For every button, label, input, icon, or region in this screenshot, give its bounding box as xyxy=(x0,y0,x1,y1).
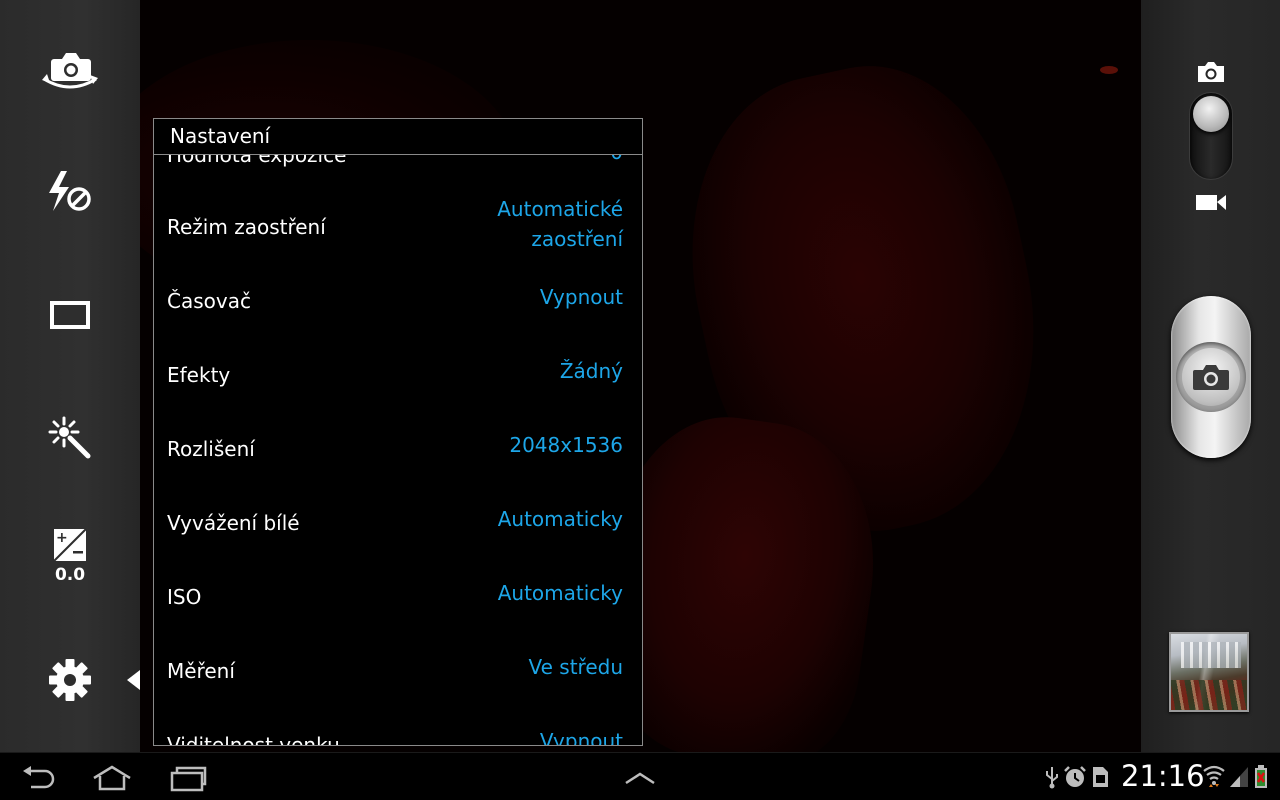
settings-button[interactable] xyxy=(30,650,110,710)
settings-row-label: Rozlišení xyxy=(167,437,255,461)
settings-row-value: Automaticky xyxy=(497,507,623,531)
settings-row-focus-mode[interactable]: Režim zaostření Automatické zaostření xyxy=(154,194,642,268)
settings-row-value: Žádný xyxy=(559,359,623,383)
settings-row-label: Efekty xyxy=(167,363,231,387)
camera-mode-icon xyxy=(1198,62,1224,82)
magic-wand-icon xyxy=(48,416,91,459)
settings-row-timer[interactable]: Časovač Vypnout xyxy=(154,285,642,361)
settings-popup-pointer xyxy=(127,670,140,690)
settings-row-iso[interactable]: ISO Automaticky xyxy=(154,581,642,657)
settings-row-white-balance[interactable]: Vyvážení bílé Automaticky xyxy=(154,507,642,583)
settings-row-label: ISO xyxy=(167,585,202,609)
settings-row-outdoor-visibility[interactable]: Viditelnost venku Vypnout xyxy=(154,729,642,746)
settings-row-value: Vypnout xyxy=(539,285,623,309)
back-icon xyxy=(23,766,55,789)
sd-card-icon xyxy=(1093,767,1108,787)
shutter-ring xyxy=(1176,342,1246,412)
back-button[interactable] xyxy=(18,761,60,795)
settings-row-label: Časovač xyxy=(167,289,251,313)
mode-switch-knob[interactable] xyxy=(1193,96,1229,132)
switch-camera-button[interactable] xyxy=(30,40,110,100)
settings-row-label: Režim zaostření xyxy=(167,215,326,239)
home-button[interactable] xyxy=(90,761,134,795)
signal-icon xyxy=(1230,767,1248,787)
aspect-ratio-icon xyxy=(50,301,90,329)
alarm-icon xyxy=(1064,766,1086,787)
last-photo-thumbnail[interactable] xyxy=(1169,632,1249,712)
settings-popup: Hodnota expozice 0 Režim zaostření Autom… xyxy=(153,118,643,746)
status-clock: 21:16 xyxy=(1121,759,1205,793)
settings-title: Nastavení xyxy=(154,119,642,155)
exposure-icon: + xyxy=(53,528,87,562)
settings-row-value: Vypnout xyxy=(539,729,623,746)
settings-row-metering[interactable]: Měření Ve středu xyxy=(154,655,642,731)
settings-row-label: Měření xyxy=(167,659,235,683)
shutter-button[interactable] xyxy=(1171,296,1251,458)
settings-row-label: Vyvážení bílé xyxy=(167,511,300,535)
shutter-inner xyxy=(1182,348,1240,406)
switch-camera-icon xyxy=(42,53,98,89)
recent-apps-button[interactable] xyxy=(166,761,210,795)
camera-video-mode-switch[interactable] xyxy=(1189,92,1233,180)
home-icon xyxy=(93,765,131,791)
left-toolbar: + 0.0 xyxy=(0,0,140,752)
settings-row-effects[interactable]: Efekty Žádný xyxy=(154,359,642,435)
camera-icon xyxy=(1193,365,1229,390)
video-mode-icon xyxy=(1196,195,1226,210)
viewfinder-shape xyxy=(1100,66,1118,74)
chevron-up-icon xyxy=(625,772,655,785)
system-navigation-bar: 21:16 xyxy=(0,752,1280,800)
expand-menu-button[interactable] xyxy=(620,761,660,795)
exposure-value: 0.0 xyxy=(54,565,86,585)
flash-button[interactable] xyxy=(30,162,110,222)
exposure-button[interactable]: + 0.0 xyxy=(30,527,110,589)
scene-mode-button[interactable] xyxy=(30,407,110,467)
thumbnail-image xyxy=(1171,634,1247,710)
settings-row-value: zaostření xyxy=(531,227,623,251)
settings-row-label: Viditelnost venku xyxy=(167,733,340,746)
svg-text:+: + xyxy=(56,530,68,546)
recent-apps-icon xyxy=(170,766,207,792)
gear-icon xyxy=(49,659,91,701)
settings-row-value: Ve středu xyxy=(528,655,623,679)
battery-icon xyxy=(1255,765,1267,788)
wifi-icon xyxy=(1203,765,1225,787)
usb-icon xyxy=(1046,767,1058,789)
aspect-ratio-button[interactable] xyxy=(30,285,110,345)
settings-row-value: Automaticky xyxy=(497,581,623,605)
flash-off-icon xyxy=(49,171,91,211)
settings-row-value: 2048x1536 xyxy=(509,433,623,457)
settings-row-value: Automatické xyxy=(497,197,623,221)
settings-row-resolution[interactable]: Rozlišení 2048x1536 xyxy=(154,433,642,509)
camera-app: + 0.0 Hodnota expozice Režim zaostření A… xyxy=(0,0,1280,800)
